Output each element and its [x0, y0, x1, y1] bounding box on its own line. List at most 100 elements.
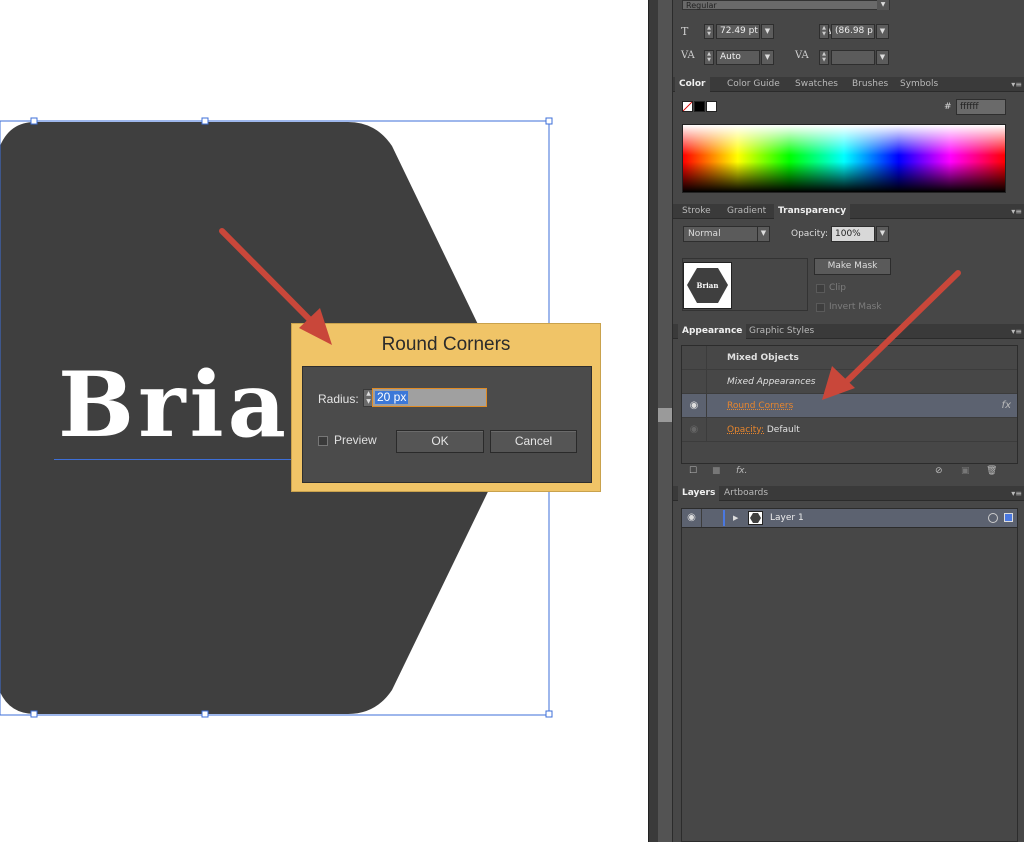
- clear-appearance-icon[interactable]: ⊘: [935, 466, 943, 476]
- tab-symbols[interactable]: Symbols: [896, 77, 942, 92]
- scrollbar-track[interactable]: [648, 0, 658, 842]
- kerning-icon: VA: [681, 50, 695, 61]
- chevron-down-icon[interactable]: ▼: [757, 226, 770, 242]
- font-size-field[interactable]: 72.49 pt: [716, 24, 760, 39]
- tracking-stepper[interactable]: ▲ ▼: [819, 50, 829, 65]
- hex-label: #: [944, 102, 952, 112]
- hex-input[interactable]: ffffff: [956, 99, 1006, 115]
- tab-stroke[interactable]: Stroke: [678, 204, 715, 219]
- make-mask-button[interactable]: Make Mask: [814, 258, 891, 275]
- layer-row[interactable]: ◉ ▶ Layer 1: [681, 508, 1018, 528]
- radius-input[interactable]: 20 px: [372, 388, 487, 407]
- round-corners-effect-link[interactable]: Round Corners: [727, 394, 793, 418]
- blend-mode-select[interactable]: Normal: [683, 226, 759, 242]
- eye-icon[interactable]: ◉: [682, 394, 707, 418]
- kerning-stepper[interactable]: ▲ ▼: [704, 50, 714, 65]
- tab-color[interactable]: Color: [675, 77, 710, 92]
- visibility-placeholder: [682, 346, 707, 370]
- opacity-row: Opacity: Default: [727, 418, 800, 442]
- chevron-down-icon[interactable]: ▼: [876, 226, 889, 242]
- tracking-field[interactable]: [831, 50, 875, 65]
- tab-brushes[interactable]: Brushes: [848, 77, 892, 92]
- appearance-panel-tabs: Appearance Graphic Styles ▾≡: [673, 324, 1024, 339]
- leading-stepper[interactable]: ▲ ▼: [819, 24, 829, 39]
- preview-checkbox[interactable]: [318, 436, 328, 446]
- panel-menu-icon[interactable]: ▾≡: [1011, 207, 1022, 216]
- tracking-icon: VA: [795, 50, 809, 61]
- selection-handle: [545, 117, 553, 125]
- add-stroke-icon[interactable]: ☐: [689, 466, 697, 476]
- layer-thumbnail: [748, 511, 763, 525]
- tab-graphic-styles[interactable]: Graphic Styles: [745, 324, 818, 339]
- dock-handle[interactable]: [658, 408, 672, 422]
- text-baseline-guide: [54, 459, 294, 460]
- clip-label: Clip: [829, 283, 846, 293]
- trash-icon[interactable]: 🗑: [986, 466, 997, 476]
- layers-list-area: [681, 528, 1018, 842]
- panel-dock: Regular ▼ T ▲▼ 72.49 pt ▼ A ▲▼ (86.98 p …: [672, 0, 1024, 842]
- opacity-label: Opacity:: [791, 229, 828, 239]
- target-icon[interactable]: [988, 513, 998, 523]
- appearance-row-round-corners[interactable]: ◉ Round Corners fx: [682, 394, 1017, 418]
- none-swatch[interactable]: [682, 101, 693, 112]
- add-effect-fx-icon[interactable]: fx.: [736, 466, 747, 476]
- appearance-row-mixed[interactable]: Mixed Appearances: [682, 370, 1017, 394]
- tab-artboards[interactable]: Artboards: [720, 486, 772, 501]
- invert-mask-checkbox[interactable]: [816, 303, 825, 312]
- mixed-objects-label: Mixed Objects: [727, 353, 799, 363]
- visibility-placeholder: [682, 370, 707, 394]
- clip-checkbox[interactable]: [816, 284, 825, 293]
- appearance-row-opacity[interactable]: ◉ Opacity: Default: [682, 418, 1017, 442]
- white-swatch[interactable]: [706, 101, 717, 112]
- duplicate-item-icon[interactable]: ▣: [961, 466, 970, 476]
- leading-field[interactable]: (86.98 p: [831, 24, 875, 39]
- cancel-button[interactable]: Cancel: [490, 430, 577, 453]
- font-size-stepper[interactable]: ▲ ▼: [704, 24, 714, 39]
- tab-layers[interactable]: Layers: [678, 486, 720, 501]
- font-size-icon: T: [681, 25, 689, 38]
- invert-mask-label: Invert Mask: [829, 302, 882, 312]
- chevron-down-icon[interactable]: ▼: [761, 24, 774, 39]
- radius-value: 20 px: [375, 390, 409, 404]
- panel-dock-gutter: [658, 0, 672, 842]
- tab-gradient[interactable]: Gradient: [723, 204, 770, 219]
- fx-icon[interactable]: fx: [1002, 394, 1011, 418]
- artwork-text[interactable]: Bria: [58, 360, 290, 450]
- color-spectrum[interactable]: [682, 124, 1006, 193]
- panel-menu-icon[interactable]: ▾≡: [1011, 327, 1022, 336]
- round-corners-dialog[interactable]: Round Corners Radius: ▲ ▼ 20 px Preview O…: [291, 323, 601, 492]
- panel-menu-icon[interactable]: ▾≡: [1011, 80, 1022, 89]
- layer-color-bar: [723, 510, 725, 526]
- chevron-down-icon[interactable]: ▼: [876, 50, 889, 65]
- selection-indicator[interactable]: [1004, 513, 1013, 522]
- font-style-value: Regular: [686, 1, 717, 10]
- panel-menu-icon[interactable]: ▾≡: [1011, 489, 1022, 498]
- tab-appearance[interactable]: Appearance: [678, 324, 747, 339]
- thumbnail-text: Brian: [696, 281, 719, 290]
- layer-name[interactable]: Layer 1: [770, 509, 804, 527]
- opacity-link[interactable]: Opacity:: [727, 425, 764, 435]
- kerning-field[interactable]: Auto: [716, 50, 760, 65]
- tab-transparency[interactable]: Transparency: [774, 204, 851, 219]
- opacity-input[interactable]: 100%: [831, 226, 875, 242]
- radius-label: Radius:: [318, 392, 359, 406]
- expand-triangle-icon[interactable]: ▶: [733, 509, 738, 527]
- chevron-down-icon[interactable]: ▼: [876, 24, 889, 39]
- black-swatch[interactable]: [694, 101, 705, 112]
- color-panel-tabs: Color Color Guide Swatches Brushes Symbo…: [673, 77, 1024, 92]
- add-fill-icon[interactable]: ■: [712, 466, 721, 476]
- chevron-down-icon[interactable]: ▼: [761, 50, 774, 65]
- layers-panel-tabs: Layers Artboards ▾≡: [673, 486, 1024, 501]
- layer-thumb-shape: [750, 513, 761, 523]
- dialog-title: Round Corners: [381, 334, 511, 355]
- selection-handle: [201, 710, 209, 718]
- ok-button[interactable]: OK: [396, 430, 484, 453]
- font-style-select[interactable]: Regular ▼: [682, 0, 890, 10]
- selection-handle: [30, 117, 38, 125]
- chevron-down-icon[interactable]: ▼: [877, 0, 889, 10]
- tab-swatches[interactable]: Swatches: [791, 77, 842, 92]
- eye-icon[interactable]: ◉: [682, 509, 702, 527]
- appearance-row-title[interactable]: Mixed Objects: [682, 346, 1017, 370]
- eye-icon[interactable]: ◉: [682, 418, 707, 442]
- tab-color-guide[interactable]: Color Guide: [723, 77, 784, 92]
